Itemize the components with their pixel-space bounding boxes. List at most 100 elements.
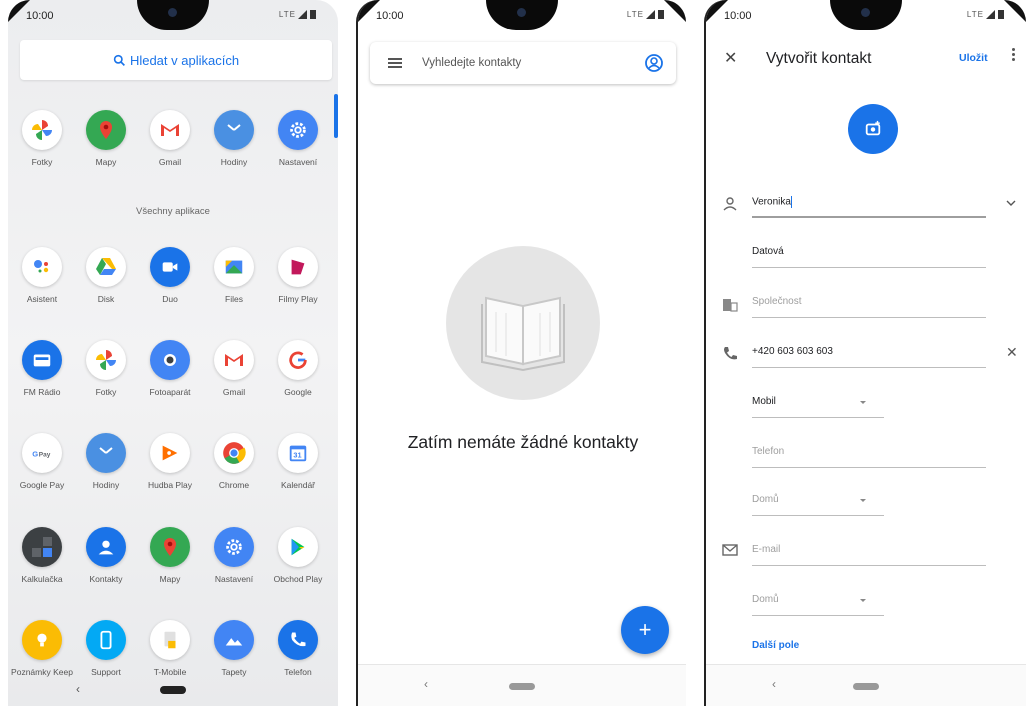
email-type-value: Domů <box>752 594 779 605</box>
app-assistant[interactable]: Asistent <box>10 247 74 304</box>
battery-icon <box>998 10 1004 20</box>
app-label: Hodiny <box>220 157 248 167</box>
app-label: Mapy <box>159 574 181 584</box>
chevron-down-icon[interactable] <box>1006 198 1016 208</box>
contacts-screen: 10:00 LTE Vyhledejte kontakty Zatím nemá… <box>356 0 686 706</box>
app-label: Kalendář <box>280 480 316 490</box>
svg-text:31: 31 <box>293 451 301 460</box>
phone2-type-value: Domů <box>752 494 779 505</box>
company-field[interactable]: Společnost <box>752 292 986 318</box>
app-camera[interactable]: Fotoaparát <box>138 340 202 397</box>
home-button[interactable] <box>509 683 535 690</box>
app-google[interactable]: Google <box>266 340 330 397</box>
gmail-icon <box>150 110 190 150</box>
phone2-field[interactable]: Telefon <box>752 442 986 468</box>
pinwheel-icon <box>22 110 62 150</box>
app-label: Nastavení <box>214 574 254 584</box>
phone2-type-dropdown[interactable]: Domů <box>752 490 884 516</box>
battery-icon <box>310 10 316 20</box>
save-button[interactable]: Uložit <box>959 52 988 64</box>
camera-icon <box>150 340 190 380</box>
app-duo[interactable]: Duo <box>138 247 202 304</box>
app-contacts[interactable]: Kontakty <box>74 527 138 584</box>
search-icon <box>113 54 125 66</box>
phone-field[interactable]: +420 603 603 603 <box>752 342 986 368</box>
app-clock[interactable]: Hodiny <box>202 110 266 167</box>
nav-bar: ‹ <box>358 664 686 706</box>
add-contact-button[interactable]: + <box>621 606 669 654</box>
app-calendar[interactable]: 31 Kalendář <box>266 433 330 490</box>
app-label: Fotky <box>95 387 117 397</box>
scroll-indicator[interactable] <box>334 94 338 138</box>
app-calculator[interactable]: Kalkulačka <box>10 527 74 584</box>
app-clock[interactable]: Hodiny <box>74 433 138 490</box>
empty-state-message: Zatím nemáte žádné kontakty <box>407 432 639 452</box>
svg-text:Pay: Pay <box>39 451 51 458</box>
all-apps-heading: Všechny aplikace <box>136 206 210 217</box>
email-type-dropdown[interactable]: Domů <box>752 590 884 616</box>
tmobile-icon <box>150 620 190 660</box>
email-field[interactable]: E-mail <box>752 540 986 566</box>
app-play-movies[interactable]: Filmy Play <box>266 247 330 304</box>
gpay-icon: G Pay <box>22 433 62 473</box>
app-play-store[interactable]: Obchod Play <box>266 527 330 584</box>
lte-label: LTE <box>966 10 984 19</box>
app-gear[interactable]: Nastavení <box>266 110 330 167</box>
hamburger-menu-icon[interactable] <box>388 56 402 70</box>
back-icon[interactable]: ‹ <box>76 682 80 696</box>
add-photo-button[interactable] <box>848 104 898 154</box>
lte-label: LTE <box>278 10 296 19</box>
status-icons: LTE <box>278 10 316 20</box>
back-icon[interactable]: ‹ <box>424 677 428 691</box>
camera-notch <box>830 0 902 30</box>
app-gmail[interactable]: Gmail <box>138 110 202 167</box>
back-icon[interactable]: ‹ <box>772 677 776 691</box>
close-icon[interactable]: ✕ <box>724 48 737 68</box>
app-label: Kontakty <box>89 574 123 584</box>
app-phone[interactable]: Telefon <box>266 620 330 677</box>
app-label: Nastavení <box>278 157 318 167</box>
first-name-value: Veronika <box>752 196 791 208</box>
app-pinwheel[interactable]: Fotky <box>74 340 138 397</box>
app-files[interactable]: Files <box>202 247 266 304</box>
drive-icon <box>86 247 126 287</box>
status-icons: LTE <box>966 10 1004 20</box>
gear-icon <box>278 110 318 150</box>
page-title: Vytvořit kontakt <box>766 50 872 67</box>
app-tmobile[interactable]: T-Mobile <box>138 620 202 677</box>
dropdown-arrow-icon <box>860 401 866 404</box>
app-label: Gmail <box>222 387 246 397</box>
app-maps[interactable]: Mapy <box>138 527 202 584</box>
app-drawer-screen: 10:00 LTE Hledat v aplikacích Fotky Mapy G… <box>8 0 338 706</box>
app-support[interactable]: Support <box>74 620 138 677</box>
app-radio[interactable]: FM Rádio <box>10 340 74 397</box>
app-gmail[interactable]: Gmail <box>202 340 266 397</box>
phone-type-dropdown[interactable]: Mobil <box>752 392 884 418</box>
app-play-music[interactable]: Hudba Play <box>138 433 202 490</box>
app-maps[interactable]: Mapy <box>74 110 138 167</box>
contacts-search-bar[interactable]: Vyhledejte kontakty <box>370 42 676 84</box>
app-chrome[interactable]: Chrome <box>202 433 266 490</box>
app-gpay[interactable]: G Pay Google Pay <box>10 433 74 490</box>
contacts-icon <box>86 527 126 567</box>
clear-phone-icon[interactable]: ✕ <box>1006 344 1018 361</box>
more-options-icon[interactable] <box>1012 48 1016 63</box>
app-search-bar[interactable]: Hledat v aplikacích <box>20 40 332 80</box>
app-keep[interactable]: Poznámky Keep <box>10 620 74 677</box>
keep-icon <box>22 620 62 660</box>
play-music-icon <box>150 433 190 473</box>
first-name-field[interactable]: Veronika <box>752 192 986 218</box>
app-wallpaper[interactable]: Tapety <box>202 620 266 677</box>
app-gear[interactable]: Nastavení <box>202 527 266 584</box>
more-fields-link[interactable]: Další pole <box>752 640 799 651</box>
app-pinwheel[interactable]: Fotky <box>10 110 74 167</box>
last-name-field[interactable]: Datová <box>752 242 986 268</box>
account-icon[interactable] <box>644 53 664 73</box>
app-drive[interactable]: Disk <box>74 247 138 304</box>
home-button[interactable] <box>853 683 879 690</box>
dropdown-arrow-icon <box>860 599 866 602</box>
play-movies-icon <box>278 247 318 287</box>
home-button[interactable] <box>160 686 186 694</box>
app-label: Duo <box>162 294 178 304</box>
camera-notch <box>137 0 209 30</box>
